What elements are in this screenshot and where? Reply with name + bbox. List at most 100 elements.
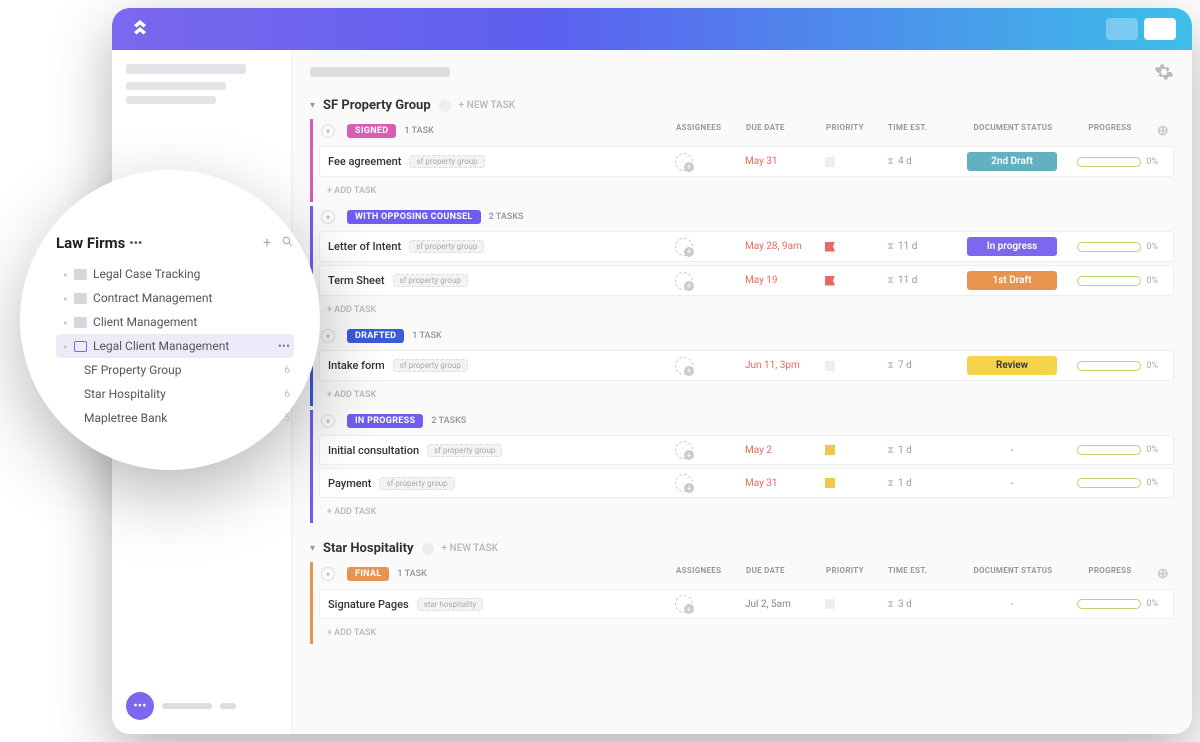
time-estimate[interactable]: ⧗1 d — [887, 478, 957, 489]
progress-bar[interactable]: 0% — [1077, 599, 1141, 609]
chat-launcher[interactable]: ••• — [126, 692, 277, 720]
due-date[interactable]: Jun 11, 3pm — [745, 360, 825, 371]
collapse-icon[interactable]: ▾ — [321, 414, 335, 428]
task-tag: sf property group — [393, 359, 468, 372]
time-estimate[interactable]: ⧗3 d — [887, 599, 957, 610]
search-icon[interactable] — [281, 235, 294, 252]
sidebar-item-label: Legal Client Management — [93, 339, 229, 353]
info-icon[interactable] — [439, 100, 451, 112]
priority-flag-icon[interactable] — [825, 599, 835, 609]
task-row[interactable]: Paymentsf property group May 31 ⧗1 d - 0… — [319, 468, 1174, 498]
sidebar-item[interactable]: ▸Legal Case Tracking — [56, 262, 294, 286]
priority-flag-icon[interactable] — [825, 242, 835, 252]
time-estimate[interactable]: ⧗4 d — [887, 156, 957, 167]
window-control-minimize[interactable] — [1106, 18, 1138, 40]
document-status-chip[interactable]: 1st Draft — [967, 271, 1057, 290]
time-estimate[interactable]: ⧗1 d — [887, 445, 957, 456]
task-name: Signature Pages — [328, 598, 409, 611]
add-task-button[interactable]: + ADD TASK — [313, 501, 1174, 523]
due-date[interactable]: May 31 — [745, 478, 825, 489]
assignee-icon[interactable] — [675, 272, 693, 290]
priority-flag-icon[interactable] — [825, 157, 835, 167]
status-chip[interactable]: WITH OPPOSING COUNSEL — [347, 210, 481, 224]
col-header: DUE DATE — [746, 566, 826, 582]
assignee-icon[interactable] — [675, 441, 693, 459]
window-control-maximize[interactable] — [1144, 18, 1176, 40]
collapse-icon[interactable]: ▾ — [321, 567, 335, 581]
settings-icon[interactable] — [1154, 62, 1174, 82]
more-icon[interactable]: ••• — [278, 339, 290, 353]
time-estimate[interactable]: ⧗11 d — [887, 275, 957, 286]
assignee-icon[interactable] — [675, 474, 693, 492]
assignee-icon[interactable] — [675, 357, 693, 375]
new-task-button[interactable]: + NEW TASK — [459, 100, 516, 111]
new-task-button[interactable]: + NEW TASK — [442, 543, 499, 554]
progress-bar[interactable]: 0% — [1077, 445, 1141, 455]
sidebar-sub-item[interactable]: Mapletree Bank5 — [56, 406, 294, 430]
collapse-icon[interactable]: ▾ — [321, 210, 335, 224]
add-task-button[interactable]: + ADD TASK — [313, 384, 1174, 406]
task-count: 1 TASK — [397, 569, 426, 579]
add-column-icon[interactable]: ⊕ — [1152, 123, 1174, 139]
task-row[interactable]: Intake formsf property group Jun 11, 3pm… — [319, 350, 1174, 381]
due-date[interactable]: May 28, 9am — [745, 241, 825, 252]
due-date[interactable]: May 31 — [745, 156, 825, 167]
task-row[interactable]: Signature Pagesstar hospitality Jul 2, 5… — [319, 589, 1174, 619]
hourglass-icon: ⧗ — [887, 445, 894, 456]
progress-bar[interactable]: 0% — [1077, 276, 1141, 286]
more-icon[interactable]: ••• — [129, 236, 142, 250]
document-status-chip[interactable]: Review — [967, 356, 1057, 375]
progress-bar[interactable]: 0% — [1077, 478, 1141, 488]
hourglass-icon: ⧗ — [887, 599, 894, 610]
add-task-button[interactable]: + ADD TASK — [313, 622, 1174, 644]
add-column-icon[interactable]: ⊕ — [1152, 566, 1174, 582]
chevron-right-icon: ▸ — [64, 318, 68, 327]
sidebar-item[interactable]: ▸Contract Management — [56, 286, 294, 310]
time-estimate[interactable]: ⧗7 d — [887, 360, 957, 371]
status-block: ▾DRAFTED1 TASKIntake formsf property gro… — [310, 325, 1174, 406]
document-status-chip[interactable]: In progress — [967, 237, 1057, 256]
status-chip[interactable]: FINAL — [347, 567, 389, 581]
assignee-icon[interactable] — [675, 238, 693, 256]
sidebar-item-label: Client Management — [93, 315, 197, 329]
sidebar-item[interactable]: ▸ Legal Client Management ••• — [56, 334, 294, 358]
assignee-icon[interactable] — [675, 595, 693, 613]
group-title: Star Hospitality — [323, 541, 413, 556]
time-estimate[interactable]: ⧗11 d — [887, 241, 957, 252]
collapse-icon[interactable]: ▾ — [321, 329, 335, 343]
progress-bar[interactable]: 0% — [1077, 157, 1141, 167]
priority-flag-icon[interactable] — [825, 445, 835, 455]
priority-flag-icon[interactable] — [825, 478, 835, 488]
add-task-button[interactable]: + ADD TASK — [313, 180, 1174, 202]
app-logo-icon — [128, 17, 152, 41]
chevron-down-icon[interactable]: ▾ — [310, 100, 315, 111]
document-status-chip[interactable]: 2nd Draft — [967, 152, 1057, 171]
due-date[interactable]: May 19 — [745, 275, 825, 286]
task-row[interactable]: Fee agreementsf property group May 31 ⧗4… — [319, 146, 1174, 177]
status-chip[interactable]: DRAFTED — [347, 329, 404, 343]
status-chip[interactable]: SIGNED — [347, 124, 396, 138]
sidebar-sub-item[interactable]: SF Property Group6 — [56, 358, 294, 382]
status-chip[interactable]: IN PROGRESS — [347, 414, 423, 428]
add-icon[interactable]: + — [263, 235, 271, 252]
due-date[interactable]: May 2 — [745, 445, 825, 456]
due-date[interactable]: Jul 2, 5am — [745, 599, 825, 610]
progress-bar[interactable]: 0% — [1077, 361, 1141, 371]
collapse-icon[interactable]: ▾ — [321, 124, 335, 138]
sidebar-item[interactable]: ▸ Client Management — [56, 310, 294, 334]
task-row[interactable]: Term Sheetsf property group May 19 ⧗11 d… — [319, 265, 1174, 296]
info-icon[interactable] — [422, 543, 434, 555]
sidebar-sub-item[interactable]: Star Hospitality6 — [56, 382, 294, 406]
sidebar-item-label: Legal Case Tracking — [93, 267, 200, 281]
chevron-right-icon: ▸ — [64, 342, 68, 351]
progress-bar[interactable]: 0% — [1077, 242, 1141, 252]
add-task-button[interactable]: + ADD TASK — [313, 299, 1174, 321]
priority-flag-icon[interactable] — [825, 276, 835, 286]
task-row[interactable]: Initial consultationsf property group Ma… — [319, 435, 1174, 465]
assignee-icon[interactable] — [675, 153, 693, 171]
chevron-down-icon[interactable]: ▾ — [310, 543, 315, 554]
count-badge: 6 — [284, 389, 290, 400]
priority-flag-icon[interactable] — [825, 361, 835, 371]
sidebar-skeleton — [126, 82, 226, 90]
task-row[interactable]: Letter of Intentsf property group May 28… — [319, 231, 1174, 262]
